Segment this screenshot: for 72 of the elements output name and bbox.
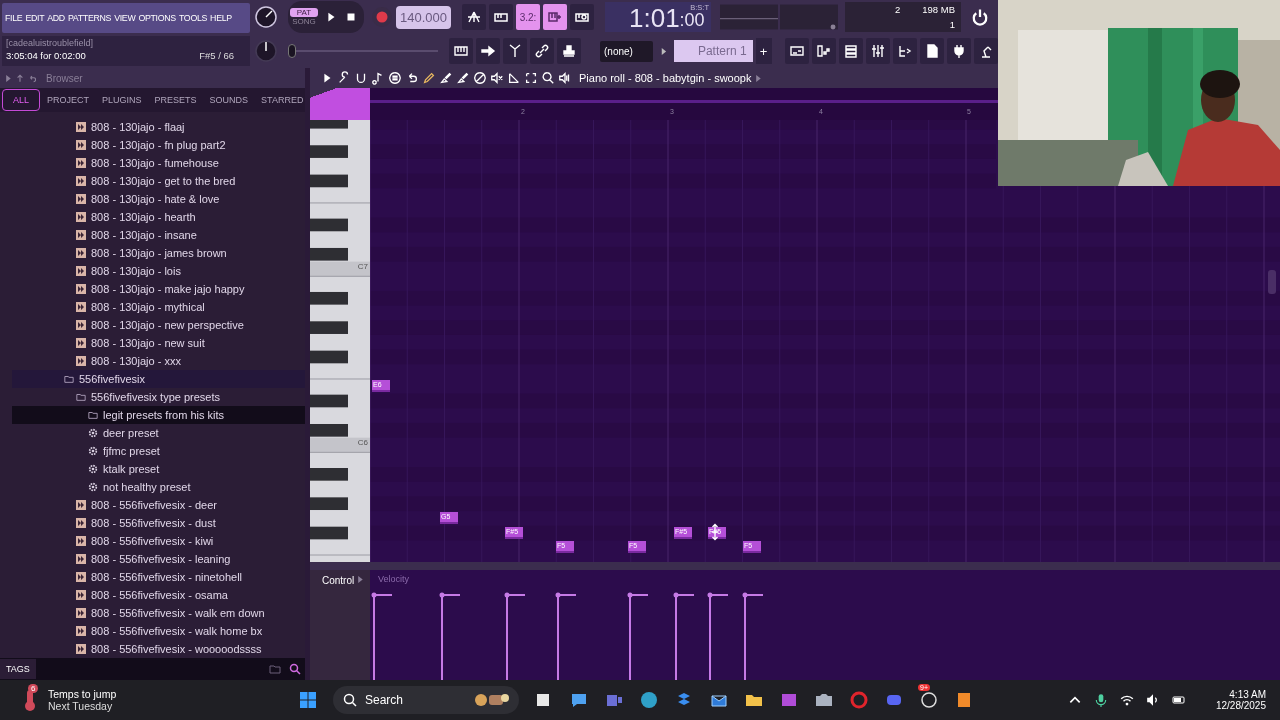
hint-title: [cadealuistroublefield] <box>6 38 95 48</box>
search-field[interactable]: Search <box>333 686 519 714</box>
browser-tab[interactable]: ALL <box>2 89 40 111</box>
menu-item[interactable]: TOOLS <box>178 13 208 23</box>
clock[interactable]: 4:13 AM 12/28/2025 <box>1215 689 1266 711</box>
menu-item[interactable]: EDIT <box>25 13 45 23</box>
tags-label[interactable]: TAGS <box>0 659 36 679</box>
toggle-button[interactable]: 3.2: <box>516 4 540 30</box>
menu-item[interactable]: OPTIONS <box>138 13 176 23</box>
tempo-field[interactable]: 140.000 <box>396 5 451 29</box>
browser-item[interactable]: 808 - 556fivefivesix - osama <box>12 586 305 604</box>
browser-item[interactable]: 808 - 130jajo - lois <box>12 262 305 280</box>
browser-tab[interactable]: STARRED <box>255 90 310 110</box>
key-label: C6 <box>357 438 368 447</box>
browser-item[interactable]: 808 - 130jajo - make jajo happy <box>12 280 305 298</box>
browser-item[interactable]: 808 - 556fivefivesix - deer <box>12 496 305 514</box>
browser-item[interactable]: 808 - 130jajo - fn plug part2 <box>12 136 305 154</box>
browser-item[interactable]: 808 - 556fivefivesix - leaning <box>12 550 305 568</box>
song-ticks: :00 <box>679 10 705 32</box>
browser-item[interactable]: deer preset <box>12 424 305 442</box>
clock-time: 4:13 AM <box>1229 689 1266 700</box>
browser-item[interactable]: 808 - 130jajo - flaaj <box>12 118 305 136</box>
browser-item[interactable]: ktalk preset <box>12 460 305 478</box>
browser-item[interactable]: 556fivefivesix type presets <box>12 388 305 406</box>
browser-item[interactable]: 556fivefivesix <box>12 370 305 388</box>
clock-date: 12/28/2025 <box>1215 700 1266 711</box>
browser-item[interactable]: 808 - 130jajo - hearth <box>12 208 305 226</box>
menu-item[interactable]: HELP <box>210 13 232 23</box>
browser-tab[interactable]: SOUNDS <box>203 90 255 110</box>
hint-text: 3:05:04 for 0:02:00 <box>6 50 86 61</box>
browser-item[interactable]: 808 - 556fivefivesix - walk home bx <box>12 622 305 640</box>
browser-item[interactable]: 808 - 130jajo - get to the bred <box>12 172 305 190</box>
piano-roll-title: Piano roll - 808 - babytgin - swoopk <box>579 72 752 84</box>
browser-item[interactable]: 808 - 556fivefivesix - walk em down <box>12 604 305 622</box>
mode-toggle[interactable]: SONG <box>290 17 318 26</box>
weather-title[interactable]: Temps to jump <box>48 688 117 700</box>
browser-item[interactable]: 808 - 130jajo - hate & love <box>12 190 305 208</box>
browser-item[interactable]: 808 - 556fivefivesix - wooooodssss <box>12 640 305 658</box>
browser-item[interactable]: 808 - 130jajo - james brown <box>12 244 305 262</box>
browser-item[interactable]: 808 - 130jajo - new perspective <box>12 316 305 334</box>
notification-badge: 6 <box>28 684 39 693</box>
browser-tab[interactable]: PROJECT <box>41 90 96 110</box>
browser-item[interactable]: 808 - 130jajo - xxx <box>12 352 305 370</box>
note-readout: F#5 / 66 <box>199 50 234 61</box>
browser-item[interactable]: 808 - 130jajo - mythical <box>12 298 305 316</box>
browser-item[interactable]: 808 - 556fivefivesix - kiwi <box>12 532 305 550</box>
browser-item[interactable]: 808 - 556fivefivesix - ninetohell <box>12 568 305 586</box>
browser-item[interactable]: legit presets from his kits <box>12 406 305 424</box>
song-position: 1:01 <box>629 4 680 32</box>
browser-item[interactable]: 808 - 130jajo - insane <box>12 226 305 244</box>
browser-title: Browser <box>46 72 83 84</box>
browser-item[interactable]: not healthy preset <box>12 478 305 496</box>
cpu-count: 1 <box>949 19 955 30</box>
mode-toggle[interactable]: PAT <box>290 8 318 17</box>
control-label[interactable]: Control <box>322 575 355 586</box>
menu-item[interactable]: PATTERNS <box>67 13 112 23</box>
add-pattern-button[interactable]: + <box>755 38 772 64</box>
browser-item[interactable]: 808 - 130jajo - fumehouse <box>12 154 305 172</box>
browser-item[interactable]: 808 - 556fivefivesix - dust <box>12 514 305 532</box>
browser-item[interactable]: fjfmc preset <box>12 442 305 460</box>
browser-tab[interactable]: PRESETS <box>148 90 203 110</box>
key-label: C7 <box>357 261 368 271</box>
browser-tab[interactable]: PLUGINS <box>96 90 148 110</box>
menu-item[interactable]: FILE <box>5 13 23 23</box>
control-target-label: Velocity <box>378 574 410 584</box>
menu-item[interactable]: ADD <box>47 13 65 23</box>
menu-item[interactable]: VIEW <box>114 13 136 23</box>
browser-item[interactable]: 808 - 130jajo - new suit <box>12 334 305 352</box>
preset-dropdown[interactable]: (none) <box>600 40 653 62</box>
memory-usage: 198 MB <box>922 4 955 15</box>
polyphony-count: 2 <box>895 4 901 15</box>
weather-subtitle: Next Tuesday <box>48 700 114 712</box>
